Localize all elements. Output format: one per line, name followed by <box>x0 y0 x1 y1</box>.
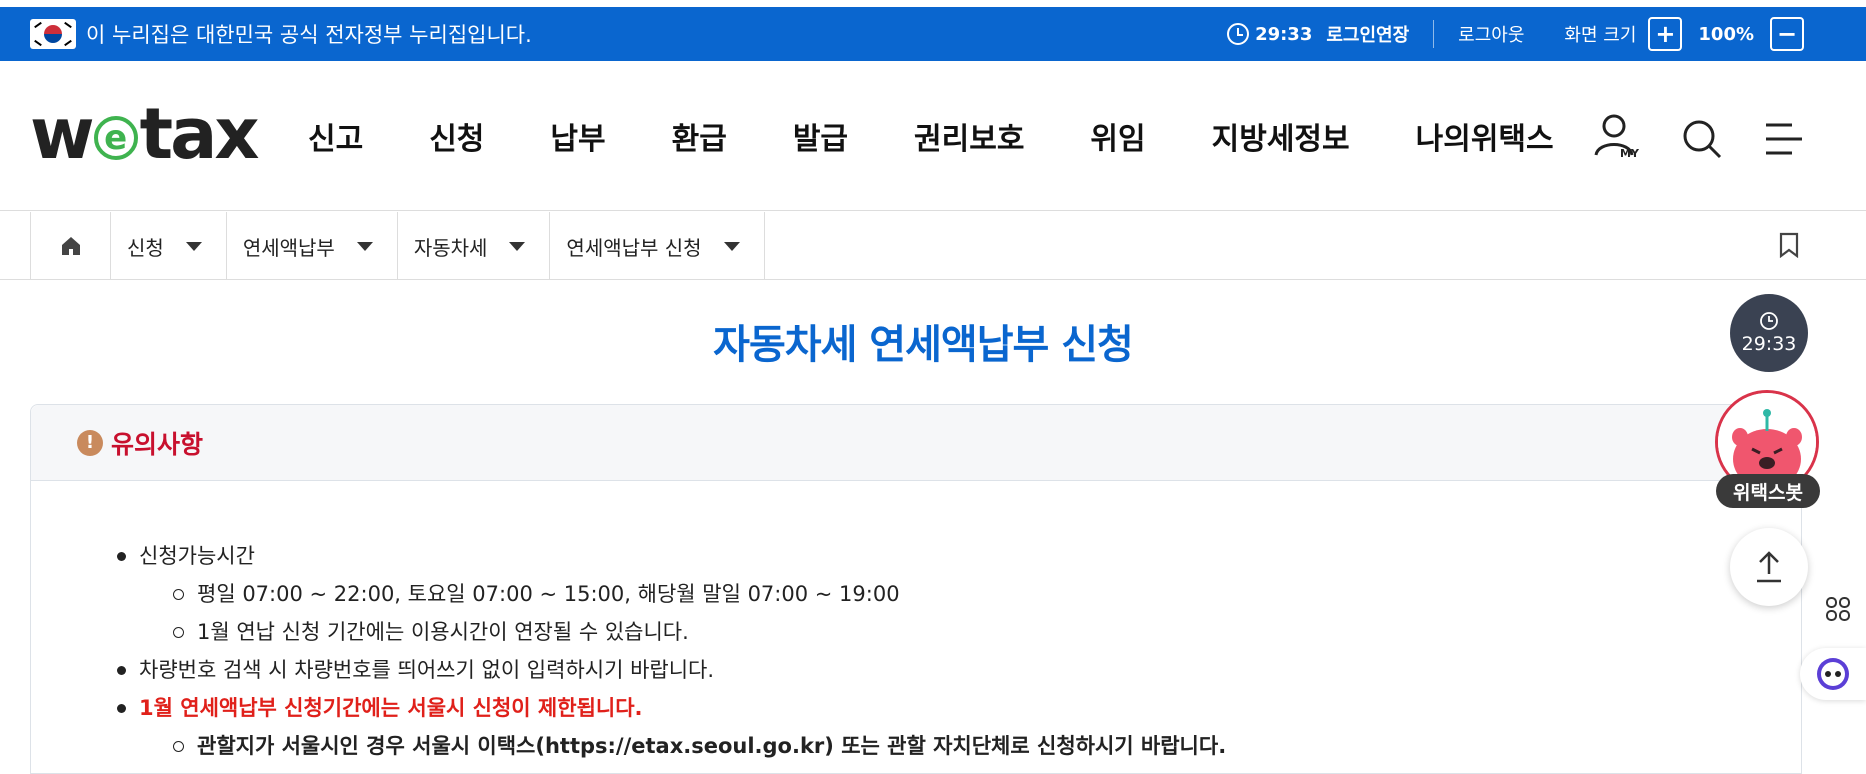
my-page-button[interactable]: MY <box>1592 111 1642 167</box>
nav-item-pay[interactable]: 납부 <box>550 114 605 158</box>
nav-item-localtax-info[interactable]: 지방세정보 <box>1212 114 1350 158</box>
nav-item-rights[interactable]: 권리보호 <box>914 114 1024 158</box>
divider <box>1433 20 1435 48</box>
notice-title: 유의사항 <box>111 429 204 459</box>
notice-box: ! 유의사항 신청가능시간 평일 07:00 ~ 22:00, 토요일 07:0… <box>30 404 1802 774</box>
nav-item-my-wetax[interactable]: 나의위택스 <box>1416 114 1554 158</box>
chatbot-label[interactable]: 위택스봇 <box>1716 474 1820 508</box>
korea-flag-icon <box>30 19 76 49</box>
breadcrumb-item-apply[interactable]: 신청 <box>111 212 227 280</box>
page-title: 자동차세 연세액납부 신청 <box>713 322 1134 368</box>
breadcrumb-item-annual-payment[interactable]: 연세액납부 <box>227 212 398 280</box>
floating-timer-value: 29:33 <box>1741 333 1797 355</box>
site-header: w e tax 신고 신청 납부 환급 발급 권리보호 위임 지방세정보 나의위… <box>0 61 1866 211</box>
my-label: MY <box>1620 147 1639 160</box>
assistant-button[interactable] <box>1800 648 1866 700</box>
warning-icon: ! <box>77 429 103 456</box>
breadcrumb-label: 자동차세 <box>413 235 488 260</box>
breadcrumb-item-annual-apply[interactable]: 연세액납부 신청 <box>550 212 765 280</box>
notice-header: ! 유의사항 <box>31 405 1801 481</box>
notice-body: 신청가능시간 평일 07:00 ~ 22:00, 토요일 07:00 ~ 15:… <box>31 481 1801 765</box>
chevron-down-icon <box>356 241 373 251</box>
list-item-alert: 1월 연세액납부 신청기간에는 서울시 신청이 제한됩니다. <box>111 689 1801 727</box>
nav-item-delegate[interactable]: 위임 <box>1090 114 1145 158</box>
arrow-up-icon <box>1757 551 1781 583</box>
logo-text-tax: tax <box>139 93 260 175</box>
floating-session-timer[interactable]: 29:33 <box>1730 294 1808 372</box>
list-item: 관할지가 서울시인 경우 서울시 이택스(https://etax.seoul.… <box>111 727 1801 765</box>
breadcrumb-label: 연세액납부 <box>242 235 335 260</box>
breadcrumb-home[interactable] <box>31 212 111 280</box>
nav-item-issue[interactable]: 발급 <box>793 114 848 158</box>
bookmark-icon[interactable] <box>1778 232 1800 258</box>
chevron-down-icon <box>723 241 740 251</box>
zoom-in-button[interactable]: + <box>1648 17 1683 51</box>
nav-item-apply[interactable]: 신청 <box>429 114 484 158</box>
session-timer: 29:33 <box>1255 23 1313 45</box>
top-strip <box>0 0 1866 7</box>
assistant-face-icon <box>1817 658 1849 690</box>
home-icon <box>61 237 80 255</box>
gov-banner: 이 누리집은 대한민국 공식 전자정부 누리집입니다. 29:33 로그인연장 … <box>0 7 1866 61</box>
nav-item-report[interactable]: 신고 <box>308 114 363 158</box>
logo-e-circle: e <box>93 116 138 160</box>
menu-icon[interactable] <box>1762 119 1806 159</box>
gov-notice: 이 누리집은 대한민국 공식 전자정부 누리집입니다. <box>30 7 532 61</box>
nav-item-refund[interactable]: 환급 <box>672 114 727 158</box>
list-item: 1월 연납 신청 기간에는 이용시간이 연장될 수 있습니다. <box>111 613 1801 651</box>
zoom-label: 화면 크기 <box>1564 25 1637 46</box>
wetax-logo[interactable]: w e tax <box>30 93 260 175</box>
list-item: 차량번호 검색 시 차량번호를 띄어쓰기 없이 입력하시기 바랍니다. <box>111 651 1801 689</box>
header-tools: MY <box>1592 111 1806 167</box>
breadcrumb: 신청 연세액납부 자동차세 연세액납부 신청 <box>0 212 1866 280</box>
session-controls: 29:33 로그인연장 로그아웃 화면 크기 + 100% − <box>1227 7 1804 61</box>
logout-button[interactable]: 로그아웃 <box>1458 21 1524 47</box>
clock-icon <box>1227 23 1250 45</box>
scroll-top-button[interactable] <box>1730 528 1808 606</box>
quick-menu-button[interactable] <box>1810 588 1866 630</box>
chevron-down-icon <box>509 241 526 251</box>
breadcrumb-label: 연세액납부 신청 <box>566 235 702 260</box>
chevron-down-icon <box>185 241 202 251</box>
search-icon[interactable] <box>1680 117 1724 161</box>
list-item: 신청가능시간 <box>111 537 1801 575</box>
list-item: 평일 07:00 ~ 22:00, 토요일 07:00 ~ 15:00, 해당월… <box>111 575 1801 613</box>
login-extend-button[interactable]: 로그인연장 <box>1326 21 1409 47</box>
zoom-value: 100% <box>1698 23 1754 45</box>
clock-icon <box>1760 312 1778 330</box>
gov-notice-text: 이 누리집은 대한민국 공식 전자정부 누리집입니다. <box>86 23 532 47</box>
main-nav: 신고 신청 납부 환급 발급 권리보호 위임 지방세정보 나의위택스 <box>308 61 1620 211</box>
grid-menu-icon <box>1826 597 1850 621</box>
logo-text-w: w <box>30 93 95 175</box>
zoom-out-button[interactable]: − <box>1770 17 1804 51</box>
breadcrumb-label: 신청 <box>127 235 164 260</box>
breadcrumb-item-car-tax[interactable]: 자동차세 <box>398 212 551 280</box>
